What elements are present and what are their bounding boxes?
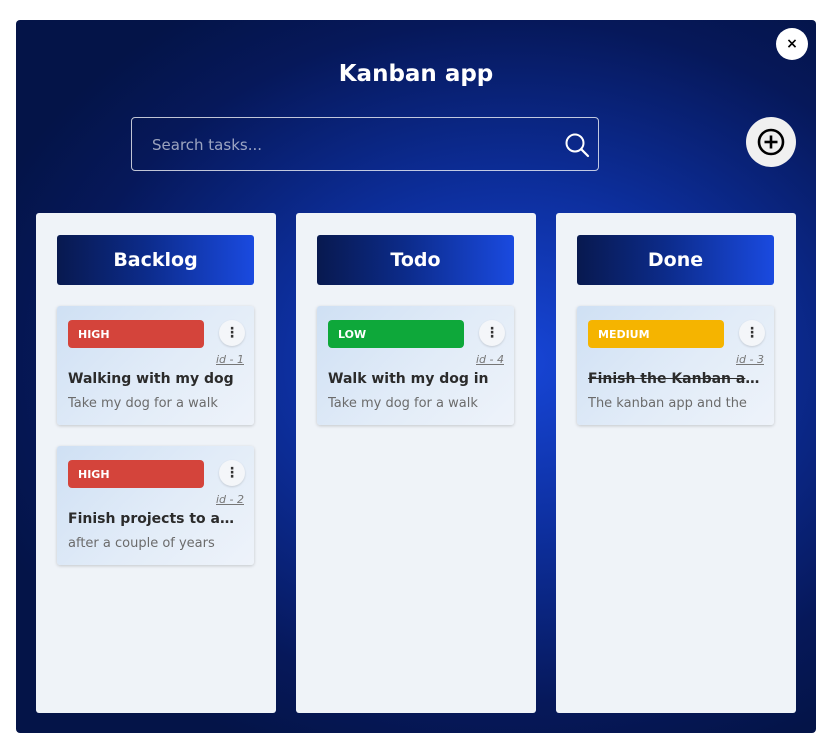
more-vertical-icon: ⋮ — [485, 325, 499, 341]
more-vertical-icon: ⋮ — [225, 465, 239, 481]
priority-badge: HIGH — [68, 460, 204, 488]
search-icon[interactable] — [564, 132, 590, 158]
close-button[interactable]: × — [776, 28, 808, 60]
card-menu-button[interactable]: ⋮ — [739, 320, 765, 346]
column-header-backlog: Backlog — [57, 235, 254, 285]
card-title: Finish the Kanban app — [588, 371, 763, 387]
card-menu-button[interactable]: ⋮ — [219, 320, 245, 346]
column-done: Done MEDIUM ⋮ id - 3 Finish the Kanban a… — [556, 213, 796, 713]
kanban-modal: × Kanban app Backlog HIGH ⋮ id - 1 Walki… — [16, 20, 816, 733]
column-header-todo: Todo — [317, 235, 514, 285]
card-description: after a couple of years — [68, 536, 215, 551]
card-id: id - 2 — [216, 493, 244, 506]
more-vertical-icon: ⋮ — [745, 325, 759, 341]
card-description: Take my dog for a walk — [68, 396, 218, 411]
plus-circle-icon — [757, 128, 785, 156]
card-menu-button[interactable]: ⋮ — [479, 320, 505, 346]
card-description: The kanban app and the — [588, 396, 747, 411]
task-card[interactable]: HIGH ⋮ id - 1 Walking with my dog Take m… — [57, 306, 254, 425]
card-menu-button[interactable]: ⋮ — [219, 460, 245, 486]
column-header-done: Done — [577, 235, 774, 285]
priority-badge: LOW — [328, 320, 464, 348]
task-card[interactable]: HIGH ⋮ id - 2 Finish projects to apply a… — [57, 446, 254, 565]
card-id: id - 4 — [476, 353, 504, 366]
card-title: Walking with my dog — [68, 371, 234, 387]
add-task-button[interactable] — [746, 117, 796, 167]
card-title: Finish projects to apply — [68, 511, 243, 527]
column-todo: Todo LOW ⋮ id - 4 Walk with my dog in Ta… — [296, 213, 536, 713]
priority-badge: MEDIUM — [588, 320, 724, 348]
task-card[interactable]: MEDIUM ⋮ id - 3 Finish the Kanban app Th… — [577, 306, 774, 425]
card-id: id - 1 — [216, 353, 244, 366]
page-title: Kanban app — [338, 61, 494, 87]
card-description: Take my dog for a walk — [328, 396, 478, 411]
card-id: id - 3 — [736, 353, 764, 366]
card-title: Walk with my dog in — [328, 371, 489, 387]
search-input[interactable] — [132, 118, 554, 172]
close-icon: × — [786, 36, 798, 52]
priority-badge: HIGH — [68, 320, 204, 348]
column-backlog: Backlog HIGH ⋮ id - 1 Walking with my do… — [36, 213, 276, 713]
task-card[interactable]: LOW ⋮ id - 4 Walk with my dog in Take my… — [317, 306, 514, 425]
more-vertical-icon: ⋮ — [225, 325, 239, 341]
search-box — [131, 117, 599, 172]
